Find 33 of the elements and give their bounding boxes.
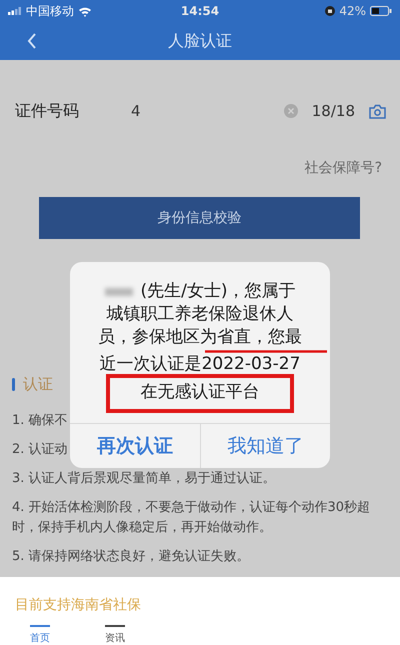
carrier-name: 中国移动 — [26, 2, 74, 20]
orientation-lock-icon — [325, 6, 336, 16]
dialog-message-line: 在无感认证平台 — [140, 381, 260, 404]
back-icon[interactable] — [27, 33, 37, 49]
guide-item: 5. 请保持网络状态良好，避免认证失败。 — [12, 548, 251, 566]
id-number-field[interactable]: 4 — [131, 102, 284, 120]
dialog-message-line: 员，参保地区为省直，您最 — [98, 326, 302, 349]
guide-item: 1. 确保不 — [12, 412, 68, 430]
social-security-link[interactable]: 社会保障号? — [304, 159, 382, 177]
status-time: 14:54 — [180, 4, 220, 18]
battery-icon — [370, 6, 392, 16]
page-title: 人脸认证 — [168, 30, 232, 52]
heading-marker — [12, 378, 15, 390]
guide-item: 2. 认证动 — [12, 441, 68, 459]
dialog-message-line: 城镇职工养老保险退休人 — [106, 303, 294, 326]
signal-icon — [8, 7, 22, 15]
notice-text: 目前支持海南省社保 — [15, 596, 142, 614]
tab[interactable]: 资讯 — [105, 625, 125, 645]
camera-icon[interactable] — [369, 104, 386, 118]
dialog-button[interactable]: 我知道了 — [200, 424, 330, 468]
section-heading: 认证 — [23, 374, 53, 394]
dialog-message-line: 近一次认证是2022-03-27 — [100, 353, 300, 376]
guide-item: 3. 认证人背后景观尽量简单，易于通过认证。 — [12, 470, 277, 488]
battery-percent: 42% — [339, 4, 366, 18]
guide-item: 4. 开始活体检测阶段，不要急于做动作，认证每个动作30秒超时，保持手机内人像稳定后，再开始做动作。 — [12, 499, 372, 537]
redacted-name — [104, 288, 132, 296]
wifi-icon — [78, 6, 92, 16]
tab[interactable]: 首页 — [30, 625, 50, 645]
character-counter: 18/18 — [312, 102, 355, 120]
field-label: 证件号码 — [15, 100, 80, 122]
dialog-button[interactable]: 再次认证 — [70, 424, 200, 468]
dialog-message-line: (先生/女士)，您属于 — [140, 280, 296, 303]
verify-button[interactable]: 身份信息校验 — [39, 197, 360, 239]
